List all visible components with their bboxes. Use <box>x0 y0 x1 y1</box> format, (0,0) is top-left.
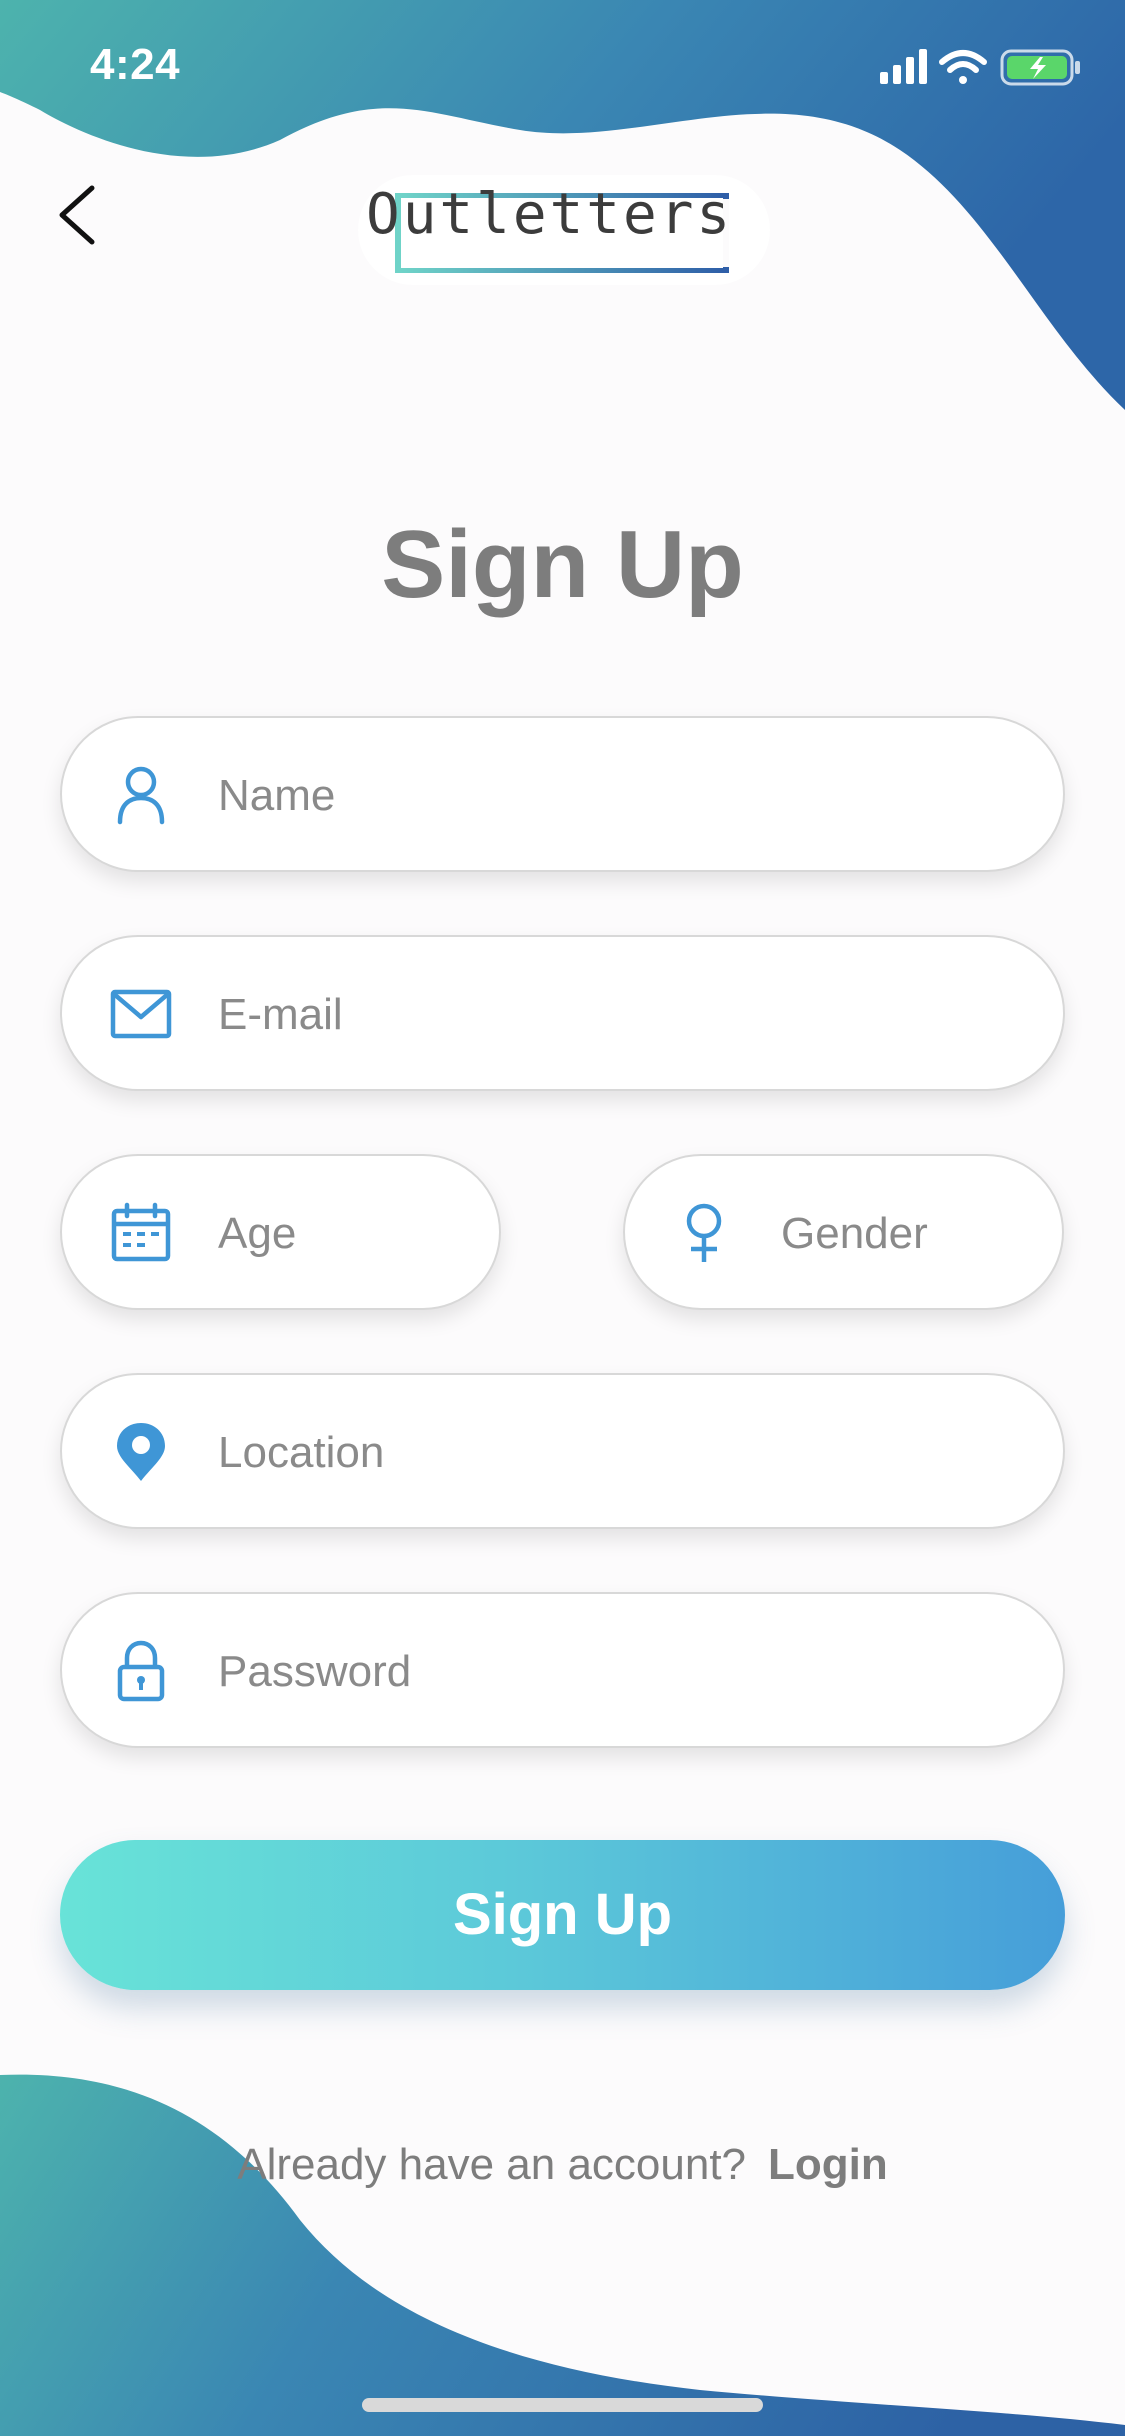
battery-icon <box>1000 49 1080 86</box>
app-logo: Outletters <box>358 175 770 285</box>
password-placeholder: Password <box>218 1647 412 1696</box>
age-placeholder: Age <box>218 1209 297 1258</box>
name-field[interactable]: Name <box>60 716 1065 872</box>
female-symbol-icon <box>686 1203 722 1262</box>
page-title: Sign Up <box>381 511 744 618</box>
logo-text: Outletters <box>366 182 734 247</box>
status-icons <box>880 44 1085 88</box>
status-time: 4:24 <box>90 40 181 89</box>
name-placeholder: Name <box>218 771 336 820</box>
password-field[interactable]: Password <box>60 1592 1065 1748</box>
signup-button[interactable]: Sign Up <box>60 1840 1065 1990</box>
location-field[interactable]: Location <box>60 1373 1065 1529</box>
gender-placeholder: Gender <box>781 1209 928 1258</box>
person-icon <box>117 766 165 825</box>
login-link[interactable]: Login <box>768 2140 888 2189</box>
back-button[interactable] <box>50 180 110 250</box>
location-pin-icon <box>117 1423 165 1481</box>
calendar-icon <box>111 1202 171 1262</box>
location-placeholder: Location <box>218 1428 385 1477</box>
login-prompt: Already have an account? Login <box>0 2140 1125 2190</box>
gender-field[interactable]: Gender <box>623 1154 1064 1310</box>
wifi-icon <box>939 50 987 84</box>
home-indicator[interactable] <box>362 2398 763 2412</box>
lock-icon <box>117 1640 165 1702</box>
login-prompt-text: Already have an account? <box>237 2140 747 2189</box>
email-placeholder: E-mail <box>218 990 343 1039</box>
chevron-left-icon <box>59 185 95 245</box>
mail-icon <box>110 989 172 1039</box>
email-field[interactable]: E-mail <box>60 935 1065 1091</box>
age-field[interactable]: Age <box>60 1154 501 1310</box>
signal-icon <box>880 49 927 84</box>
